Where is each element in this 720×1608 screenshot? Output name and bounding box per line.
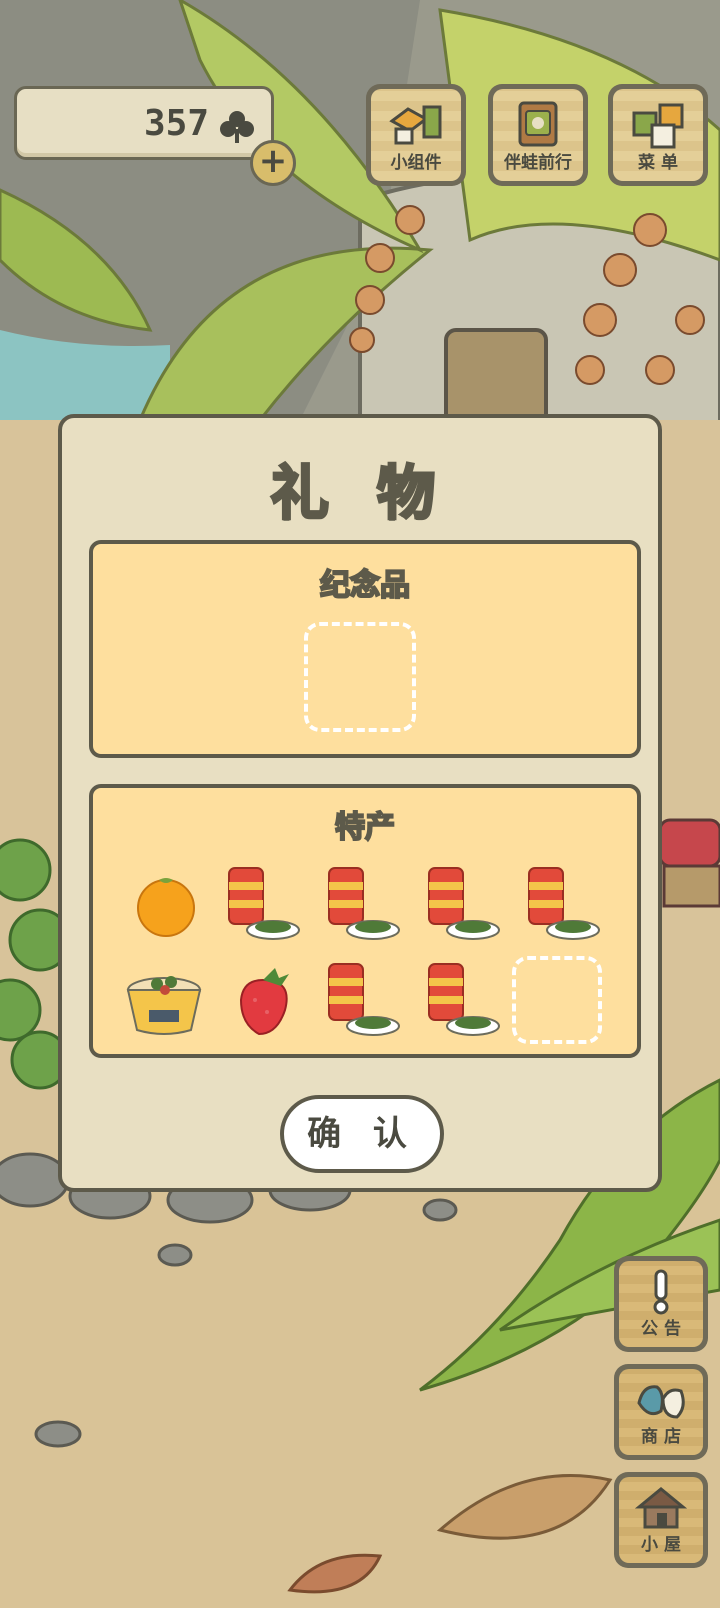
- notice-button[interactable]: 公 告: [614, 1256, 708, 1352]
- souvenir-panel: 纪念品: [89, 540, 641, 758]
- menu-button[interactable]: 菜 单: [608, 84, 708, 186]
- specialty-item-strawberry[interactable]: [223, 960, 305, 1042]
- strawberry-icon: [239, 968, 289, 1036]
- menu-label: 菜 单: [638, 153, 678, 173]
- souvenir-slot-empty[interactable]: [304, 622, 416, 732]
- house-icon: [635, 1487, 687, 1529]
- specialty-item-canned-food[interactable]: [221, 864, 303, 946]
- specialty-item-orange[interactable]: [125, 864, 207, 946]
- menu-icon: [632, 103, 684, 149]
- frog-journey-button[interactable]: 伴蛙前行: [488, 84, 588, 186]
- clover-icon: [220, 111, 254, 143]
- exclamation-icon: [653, 1269, 669, 1315]
- specialty-item-canned-food[interactable]: [521, 864, 603, 946]
- widget-label: 小组件: [390, 153, 442, 173]
- widget-icon: [389, 105, 442, 145]
- clover-count: 357: [143, 103, 209, 144]
- frog-journey-label: 伴蛙前行: [504, 153, 572, 173]
- canned-food-icon: [428, 867, 500, 940]
- dialog-title: 礼 物: [269, 458, 450, 529]
- notice-label: 公 告: [641, 1319, 681, 1339]
- canned-food-icon: [528, 867, 600, 940]
- gift-dialog: 礼 物 纪念品 特产 确 认: [58, 414, 662, 1192]
- specialty-panel: 特产: [89, 784, 641, 1058]
- specialty-item-canned-food[interactable]: [421, 864, 503, 946]
- souvenir-title: 纪念品: [319, 567, 411, 604]
- clover-counter: 357: [14, 86, 274, 160]
- specialty-item-canned-food[interactable]: [321, 960, 403, 1042]
- noodle-bowl-icon: [126, 976, 202, 1035]
- specialty-slot-empty[interactable]: [512, 956, 602, 1044]
- specialty-item-noodle-bowl[interactable]: [123, 960, 205, 1042]
- canned-food-icon: [228, 867, 300, 940]
- shop-button[interactable]: 商 店: [614, 1364, 708, 1460]
- shop-bags-icon: [637, 1385, 685, 1419]
- shop-label: 商 店: [641, 1427, 681, 1447]
- house-button[interactable]: 小 屋: [614, 1472, 708, 1568]
- canned-food-icon: [328, 963, 400, 1036]
- confirm-button[interactable]: 确 认: [280, 1095, 444, 1173]
- house-label: 小 屋: [641, 1535, 681, 1555]
- specialty-item-canned-food[interactable]: [321, 864, 403, 946]
- specialty-item-canned-food[interactable]: [421, 960, 503, 1042]
- widget-button[interactable]: 小组件: [366, 84, 466, 186]
- canned-food-icon: [328, 867, 400, 940]
- add-clover-button[interactable]: +: [250, 140, 296, 186]
- frog-journey-icon: [518, 101, 558, 147]
- specialty-title: 特产: [334, 809, 396, 846]
- canned-food-icon: [428, 963, 500, 1036]
- orange-icon: [137, 878, 195, 937]
